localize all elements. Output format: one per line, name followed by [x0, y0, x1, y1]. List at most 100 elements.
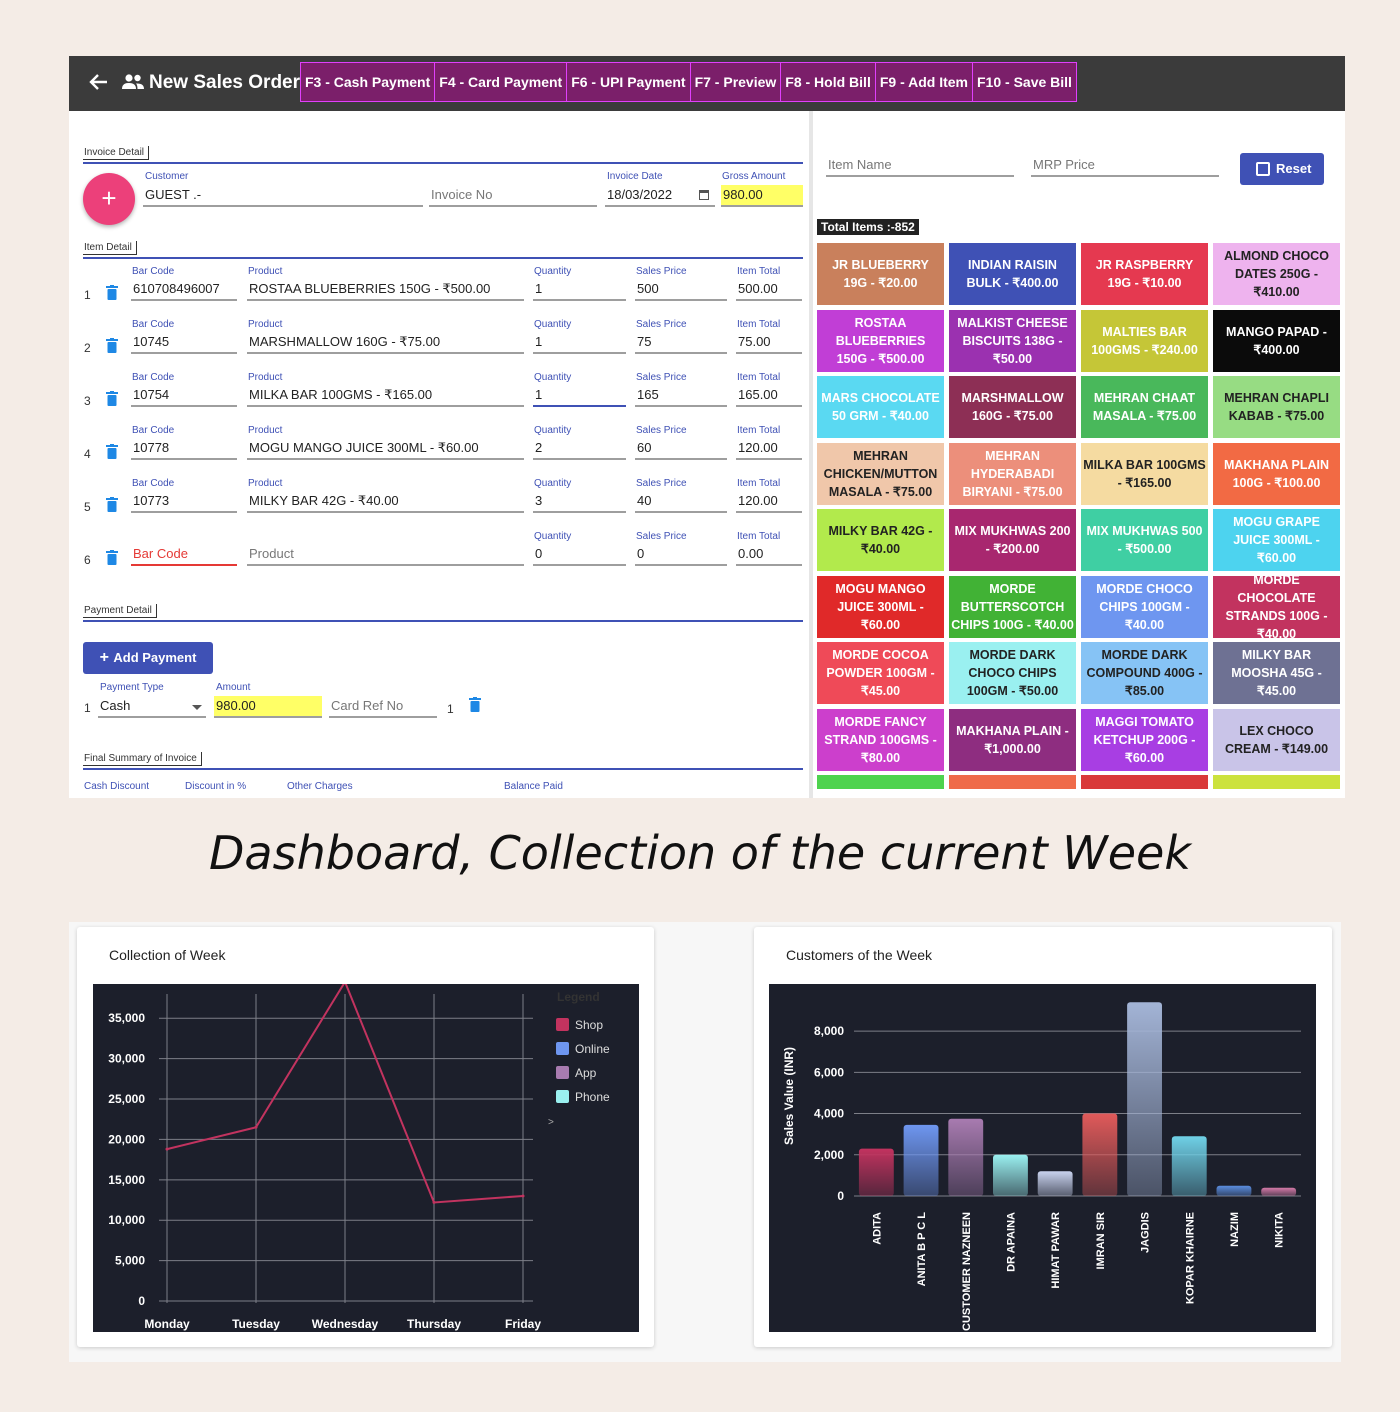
reset-button[interactable]: Reset: [1240, 153, 1324, 185]
price-label: Sales Price: [636, 478, 687, 489]
product-tile[interactable]: MOGU GRAPE JUICE 300ML - ₹60.00: [1213, 509, 1340, 571]
product-tile[interactable]: JR RASPBERRY 19G - ₹10.00: [1081, 243, 1208, 305]
discount-percent-label: Discount in %: [185, 781, 247, 792]
y-tick-label: 10,000: [108, 1213, 145, 1227]
product-field[interactable]: ROSTAA BLUEBERRIES 150G - ₹500.00: [247, 279, 524, 301]
product-tile[interactable]: MORDE DARK CHOCO CHIPS 100GM - ₹50.00: [949, 642, 1076, 704]
price-field[interactable]: 60: [635, 438, 727, 460]
product-tile[interactable]: MALKIST CHEESE BISCUITS 138G - ₹50.00: [949, 309, 1076, 372]
card-ref-field[interactable]: Card Ref No: [329, 696, 437, 718]
barcode-field[interactable]: 10773: [131, 491, 237, 513]
product-field[interactable]: MARSHMALLOW 160G - ₹75.00: [247, 332, 524, 354]
delete-row-icon[interactable]: [106, 497, 118, 512]
product-tile[interactable]: JR BLUEBERRY 19G - ₹20.00: [817, 243, 944, 305]
back-arrow-icon[interactable]: [87, 71, 109, 93]
dropdown-arrow-icon[interactable]: [192, 705, 202, 710]
amount-field[interactable]: 980.00: [214, 696, 322, 718]
product-tile[interactable]: MEHRAN CHAPLI KABAB - ₹75.00: [1213, 376, 1340, 438]
product-tile[interactable]: MALTIES BAR 100GMS - ₹240.00: [1081, 309, 1208, 372]
delete-row-icon[interactable]: [106, 285, 118, 300]
delete-row-icon[interactable]: [106, 391, 118, 406]
barcode-field[interactable]: 10745: [131, 332, 237, 354]
card-payment-button[interactable]: F4 - Card Payment: [435, 63, 568, 101]
barcode-label: Bar Code: [132, 478, 175, 489]
preview-button[interactable]: F7 - Preview: [690, 63, 782, 101]
product-tile[interactable]: MEHRAN HYDERABADI BIRYANI - ₹75.00: [949, 442, 1076, 505]
invoice-no-field[interactable]: Invoice No: [429, 185, 597, 207]
product-tile[interactable]: MIX MUKHWAS 200 - ₹200.00: [949, 509, 1076, 571]
hold-bill-button[interactable]: F8 - Hold Bill: [781, 63, 876, 101]
quantity-field[interactable]: 2: [533, 438, 626, 460]
quantity-label: Quantity: [534, 531, 572, 542]
mrp-price-search[interactable]: MRP Price: [1031, 155, 1219, 177]
barcode-field[interactable]: Bar Code: [131, 544, 237, 566]
product-tile[interactable]: MIX MUKHWAS 500 - ₹500.00: [1081, 509, 1208, 571]
add-item-button[interactable]: F9 - Add Item: [875, 63, 973, 101]
quantity-field[interactable]: 3: [533, 491, 626, 513]
quantity-label: Quantity: [534, 425, 572, 436]
payment-type-select[interactable]: Cash: [98, 696, 206, 718]
price-field[interactable]: 75: [635, 332, 727, 354]
save-bill-button[interactable]: F10 - Save Bill: [973, 63, 1076, 101]
product-tile[interactable]: MOGU MANGO JUICE 300ML - ₹60.00: [817, 575, 944, 638]
product-tile[interactable]: MILKY BAR MOOSHA 45G - ₹45.00: [1213, 642, 1340, 704]
price-field[interactable]: 40: [635, 491, 727, 513]
product-field[interactable]: MILKA BAR 100GMS - ₹165.00: [247, 385, 524, 407]
x-tick-label: IMRAN SIR: [1095, 1212, 1107, 1270]
product-tile[interactable]: [1081, 775, 1208, 789]
product-tile[interactable]: MANGO PAPAD - ₹400.00: [1213, 309, 1340, 372]
chart-background: [769, 984, 1316, 1332]
product-tile[interactable]: MAGGI TOMATO KETCHUP 200G - ₹60.00: [1081, 708, 1208, 771]
product-tile[interactable]: ALMOND CHOCO DATES 250G - ₹410.00: [1213, 243, 1340, 305]
product-tile[interactable]: MORDE BUTTERSCOTCH CHIPS 100G - ₹40.00: [949, 575, 1076, 638]
product-tile[interactable]: MILKY BAR 42G - ₹40.00: [817, 509, 944, 571]
delete-row-icon[interactable]: [106, 444, 118, 459]
product-tile[interactable]: ROSTAA BLUEBERRIES 150G - ₹500.00: [817, 309, 944, 372]
barcode-label: Bar Code: [132, 372, 175, 383]
product-tile[interactable]: INDIAN RAISIN BULK - ₹400.00: [949, 243, 1076, 305]
product-field[interactable]: Product: [247, 544, 524, 566]
price-field[interactable]: 165: [635, 385, 727, 407]
delete-row-icon[interactable]: [106, 550, 118, 565]
cash-payment-button[interactable]: F3 - Cash Payment: [301, 63, 436, 101]
product-tile[interactable]: [817, 775, 944, 789]
product-tile[interactable]: MORDE CHOCO CHIPS 100GM - ₹40.00: [1081, 575, 1208, 638]
product-tile[interactable]: MAKHANA PLAIN 100G - ₹100.00: [1213, 442, 1340, 505]
quantity-field[interactable]: 1: [533, 279, 626, 301]
invoice-date-field[interactable]: 18/03/2022: [605, 185, 715, 207]
product-tile[interactable]: MORDE COCOA POWDER 100GM - ₹45.00: [817, 642, 944, 704]
product-field[interactable]: MILKY BAR 42G - ₹40.00: [247, 491, 524, 513]
product-field[interactable]: MOGU MANGO JUICE 300ML - ₹60.00: [247, 438, 524, 460]
add-customer-button[interactable]: +: [83, 173, 135, 225]
product-tile[interactable]: MORDE DARK COMPOUND 400G - ₹85.00: [1081, 642, 1208, 704]
item-name-search[interactable]: Item Name: [826, 155, 1014, 177]
add-payment-button[interactable]: + Add Payment: [83, 642, 213, 674]
quantity-field[interactable]: 1: [533, 385, 626, 407]
product-tile[interactable]: MARS CHOCOLATE 50 GRM - ₹40.00: [817, 376, 944, 438]
product-tile[interactable]: MILKA BAR 100GMS - ₹165.00: [1081, 442, 1208, 505]
product-tile[interactable]: [1213, 775, 1340, 789]
product-tile[interactable]: MEHRAN CHAAT MASALA - ₹75.00: [1081, 376, 1208, 438]
upi-payment-button[interactable]: F6 - UPI Payment: [567, 63, 691, 101]
product-tile[interactable]: MORDE CHOCOLATE STRANDS 100G - ₹40.00: [1213, 575, 1340, 638]
calendar-icon[interactable]: [699, 190, 709, 200]
product-tile[interactable]: LEX CHOCO CREAM - ₹149.00: [1213, 708, 1340, 771]
barcode-field[interactable]: 10754: [131, 385, 237, 407]
price-field[interactable]: 500: [635, 279, 727, 301]
total-field: 500.00: [736, 279, 802, 301]
product-tile[interactable]: MORDE FANCY STRAND 100GMS - ₹80.00: [817, 708, 944, 771]
product-tile[interactable]: [949, 775, 1076, 789]
product-tile[interactable]: MAKHANA PLAIN - ₹1,000.00: [949, 708, 1076, 771]
barcode-field[interactable]: 610708496007: [131, 279, 237, 301]
barcode-field[interactable]: 10778: [131, 438, 237, 460]
quantity-field[interactable]: 1: [533, 332, 626, 354]
product-tile[interactable]: MARSHMALLOW 160G - ₹75.00: [949, 376, 1076, 438]
payment-section-label: Payment Detail: [83, 604, 157, 618]
product-tile[interactable]: MEHRAN CHICKEN/MUTTON MASALA - ₹75.00: [817, 442, 944, 505]
quantity-field[interactable]: 0: [533, 544, 626, 566]
price-label: Sales Price: [636, 266, 687, 277]
delete-row-icon[interactable]: [106, 338, 118, 353]
delete-payment-icon[interactable]: [469, 697, 481, 712]
price-field[interactable]: 0: [635, 544, 727, 566]
customer-field[interactable]: GUEST .-: [143, 185, 423, 207]
